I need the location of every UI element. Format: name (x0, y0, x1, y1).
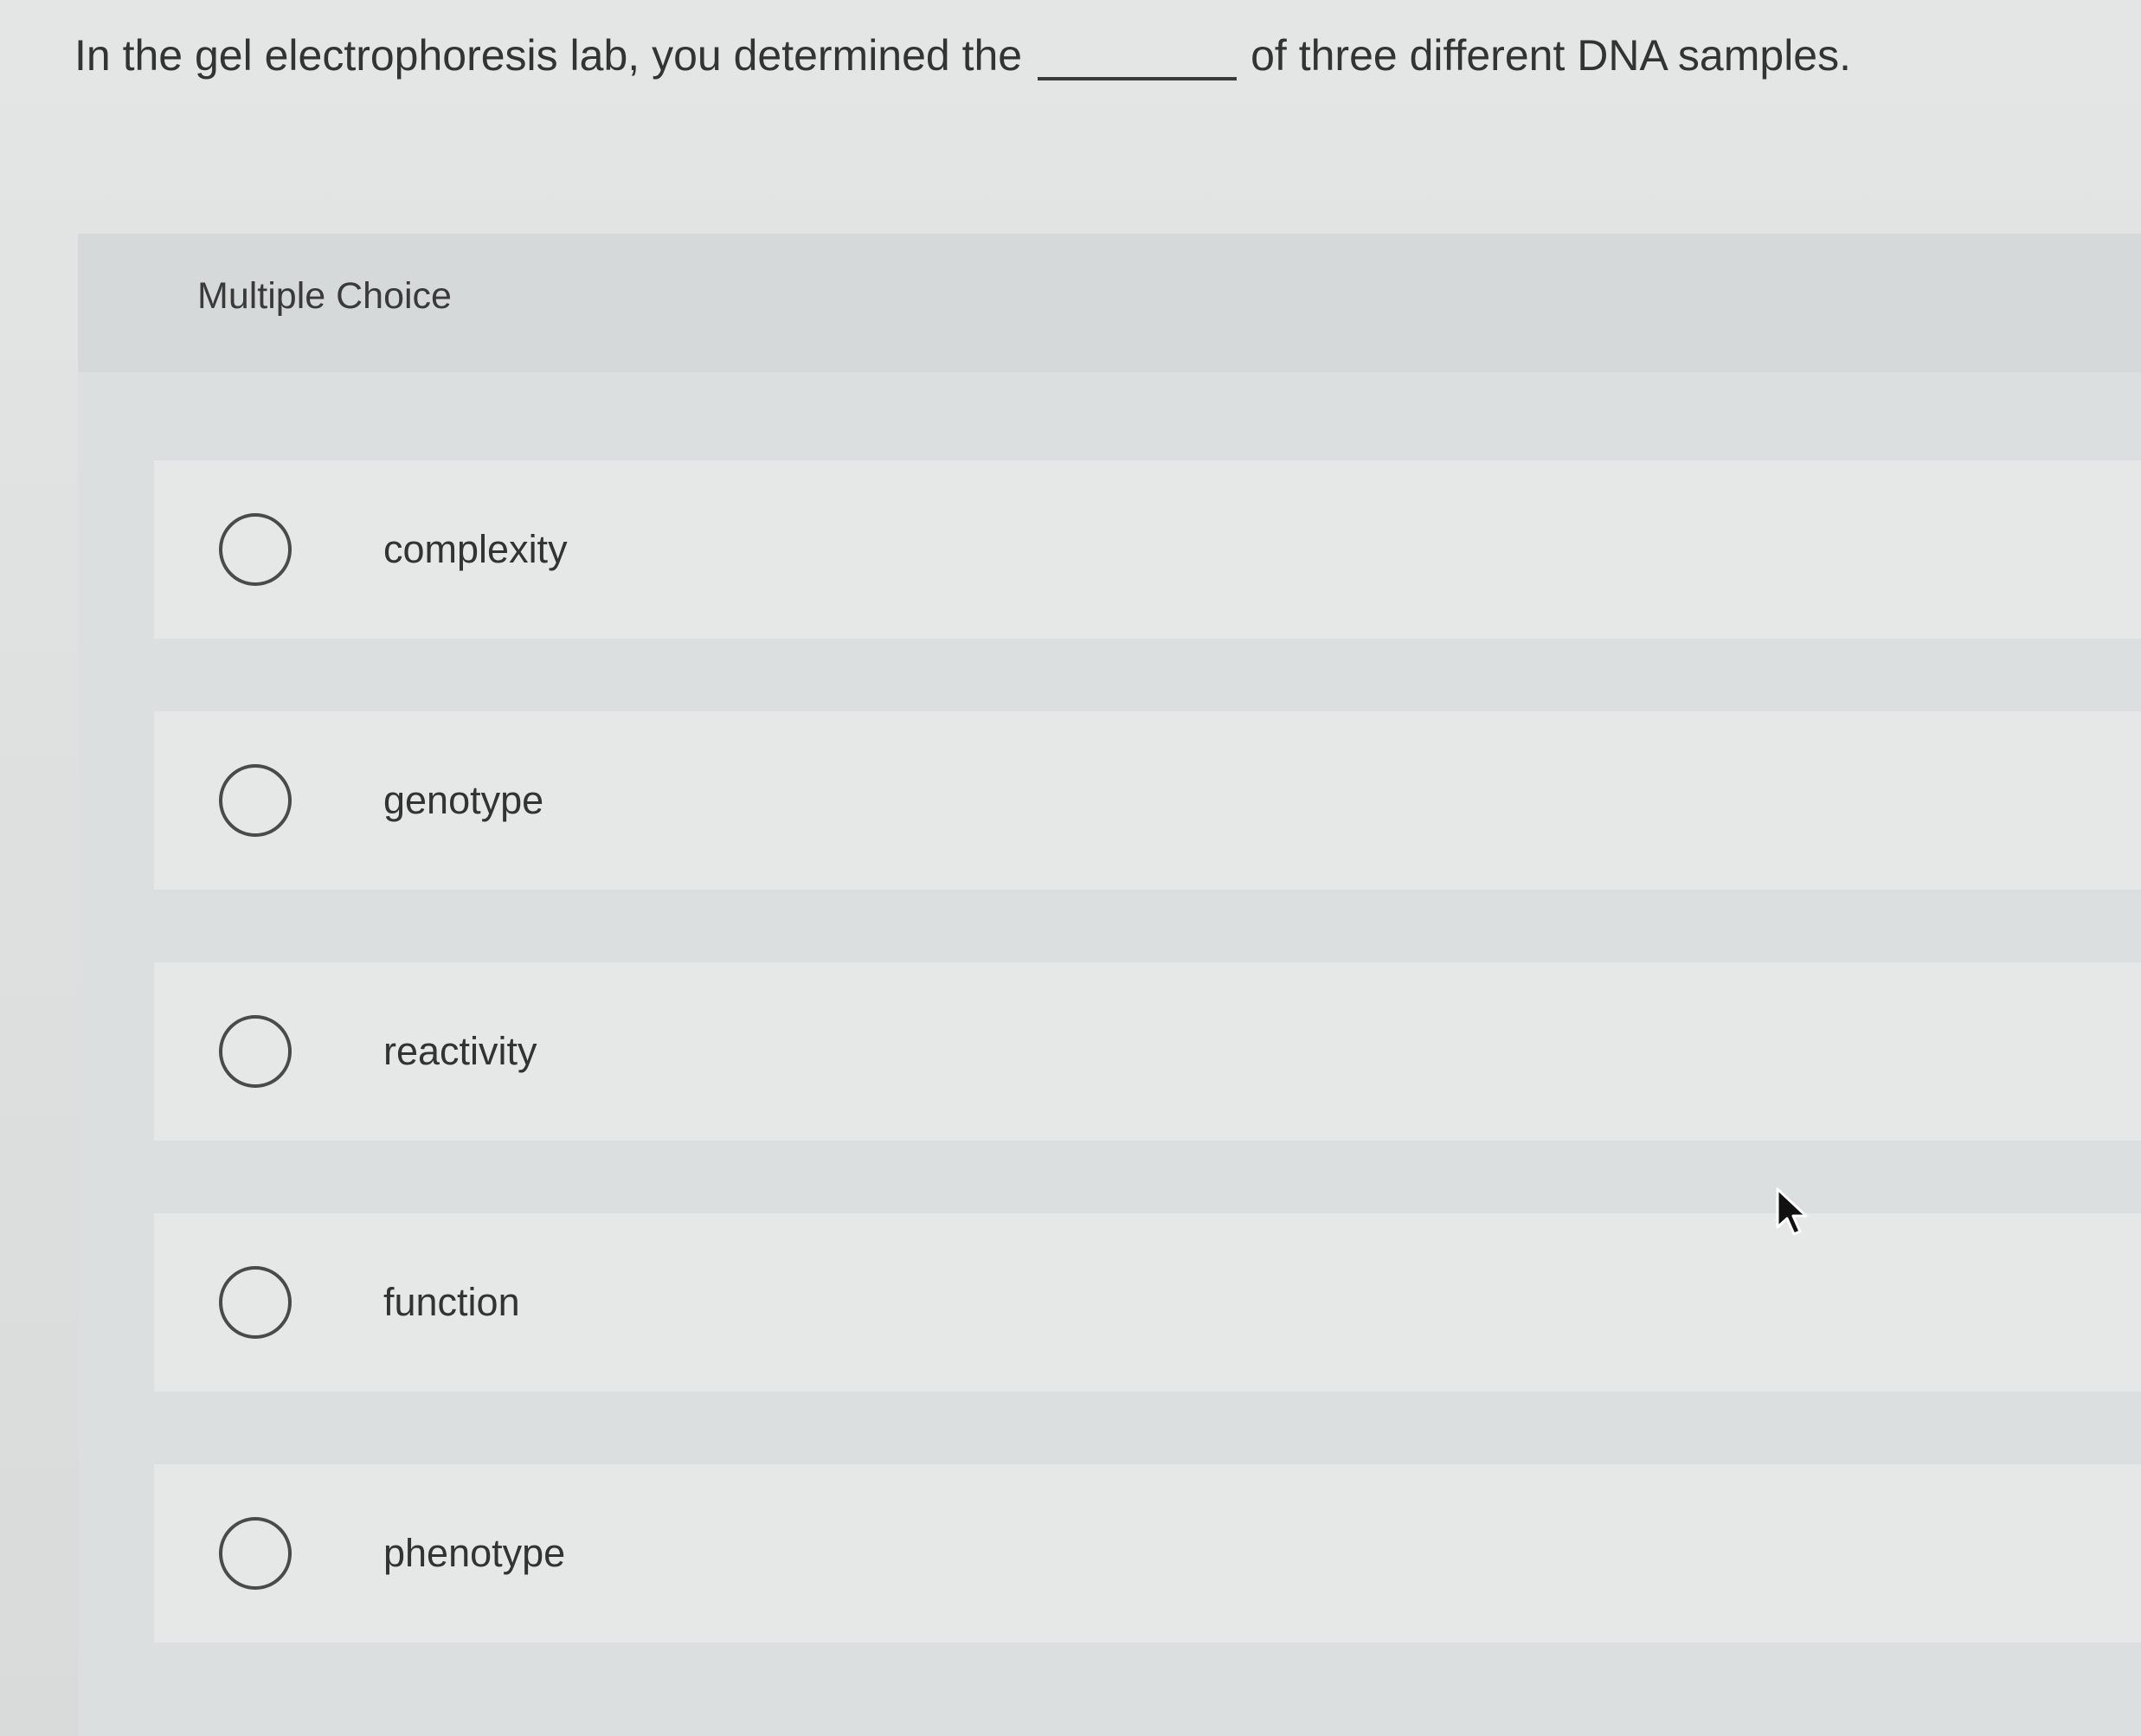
radio-button-unchecked-icon[interactable] (219, 1015, 292, 1088)
radio-button-unchecked-icon[interactable] (219, 513, 292, 586)
choice-label: complexity (383, 527, 568, 571)
answer-blank (1038, 77, 1238, 80)
panel-header: Multiple Choice (78, 234, 2141, 372)
choice-label: genotype (383, 778, 544, 822)
choice-phenotype[interactable]: phenotype (154, 1464, 2141, 1643)
mouse-pointer-icon (1776, 1187, 1808, 1236)
radio-button-unchecked-icon[interactable] (219, 1517, 292, 1590)
choice-label: phenotype (383, 1531, 566, 1575)
choice-label: function (383, 1280, 520, 1324)
question-text: In the gel electrophoresis lab, you dete… (74, 24, 1851, 87)
question-panel: Multiple Choice complexity genotype reac… (78, 234, 2141, 1736)
choice-function[interactable]: function (154, 1213, 2141, 1392)
radio-button-unchecked-icon[interactable] (219, 1266, 292, 1339)
radio-button-unchecked-icon[interactable] (219, 764, 292, 837)
choice-label: reactivity (383, 1029, 537, 1073)
question-prefix: In the gel electrophoresis lab, you dete… (74, 31, 1023, 80)
choice-list: complexity genotype reactivity function … (154, 460, 2141, 1715)
multiple-choice-label: Multiple Choice (197, 275, 452, 317)
choice-reactivity[interactable]: reactivity (154, 962, 2141, 1141)
choice-complexity[interactable]: complexity (154, 460, 2141, 639)
question-suffix: of three different DNA samples. (1251, 31, 1851, 80)
choice-genotype[interactable]: genotype (154, 711, 2141, 890)
